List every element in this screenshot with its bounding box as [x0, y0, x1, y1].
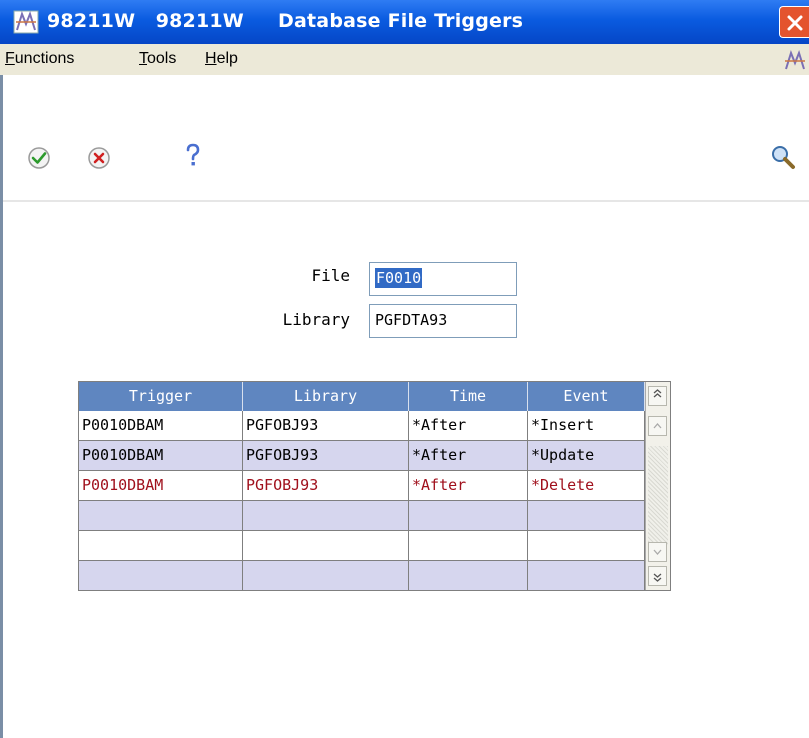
cell-library: PGFOBJ93 [243, 441, 409, 470]
library-input[interactable]: PGFDTA93 [369, 304, 517, 338]
cell-time [409, 531, 528, 560]
file-label: File [311, 266, 350, 285]
scroll-top-button[interactable] [648, 386, 667, 406]
cell-time: *After [409, 411, 528, 440]
close-button[interactable] [779, 6, 809, 38]
menu-help[interactable]: Help [205, 50, 238, 68]
cell-event: *Update [528, 441, 645, 470]
grid-vertical-scrollbar[interactable] [645, 382, 670, 590]
header-trigger[interactable]: Trigger [79, 382, 243, 411]
cell-time [409, 501, 528, 530]
table-row[interactable]: P0010DBAM PGFOBJ93 *After *Insert [79, 411, 645, 441]
jde-logo-icon [13, 10, 39, 34]
cell-time: *After [409, 441, 528, 470]
library-input-value: PGFDTA93 [375, 311, 448, 329]
menu-help-label: Help [205, 50, 238, 67]
library-label: Library [282, 310, 350, 329]
scroll-bottom-icon [653, 573, 662, 582]
scroll-down-button[interactable] [648, 542, 667, 562]
grid-header: Trigger Library Time Event [79, 382, 645, 411]
triggers-grid[interactable]: Trigger Library Time Event P0010DBAM PGF… [78, 381, 671, 591]
cell-trigger [79, 561, 243, 590]
cell-time: *After [409, 471, 528, 500]
table-row[interactable] [79, 561, 645, 590]
window-title: 98211W 98211W Database File Triggers [47, 10, 524, 32]
close-icon [787, 15, 803, 31]
menu-functions[interactable]: Functions [5, 50, 74, 68]
scroll-up-icon [653, 423, 662, 429]
scroll-top-icon [653, 389, 662, 398]
help-question-icon[interactable] [184, 142, 202, 170]
window-title-bar[interactable]: 98211W 98211W Database File Triggers [0, 0, 809, 44]
menu-tools[interactable]: Tools [139, 50, 176, 68]
cell-event [528, 531, 645, 560]
cell-library: PGFOBJ93 [243, 411, 409, 440]
scroll-down-icon [653, 549, 662, 555]
table-row[interactable] [79, 531, 645, 561]
scroll-bottom-button[interactable] [648, 566, 667, 586]
menu-bar: Functions Tools Help [0, 44, 809, 75]
ok-check-icon[interactable] [27, 146, 51, 170]
table-row[interactable]: P0010DBAM PGFOBJ93 *After *Update [79, 441, 645, 471]
table-row-selected[interactable]: P0010DBAM PGFOBJ93 *After *Delete [79, 471, 645, 501]
cell-time [409, 561, 528, 590]
cell-event [528, 501, 645, 530]
scroll-up-button[interactable] [648, 416, 667, 436]
menu-logo-icon [785, 50, 805, 70]
cell-trigger: P0010DBAM [79, 471, 243, 500]
cell-trigger [79, 501, 243, 530]
cancel-x-icon[interactable] [87, 146, 111, 170]
table-row[interactable] [79, 501, 645, 531]
cell-trigger [79, 531, 243, 560]
toolbar-separator [3, 200, 809, 202]
search-magnifier-icon[interactable] [770, 144, 796, 170]
file-input[interactable]: F0010 [369, 262, 517, 296]
cell-event: *Delete [528, 471, 645, 500]
menu-tools-label: Tools [139, 50, 177, 67]
file-input-value: F0010 [375, 268, 423, 288]
cell-trigger: P0010DBAM [79, 411, 243, 440]
header-time[interactable]: Time [409, 382, 528, 411]
cell-library [243, 501, 409, 530]
window-left-border [0, 75, 3, 738]
cell-library: PGFOBJ93 [243, 471, 409, 500]
cell-library [243, 561, 409, 590]
scroll-track[interactable] [648, 446, 668, 546]
cell-trigger: P0010DBAM [79, 441, 243, 470]
cell-event: *Insert [528, 411, 645, 440]
header-library[interactable]: Library [243, 382, 409, 411]
cell-library [243, 531, 409, 560]
cell-event [528, 561, 645, 590]
header-event[interactable]: Event [528, 382, 645, 411]
menu-functions-label: Functions [5, 50, 75, 67]
